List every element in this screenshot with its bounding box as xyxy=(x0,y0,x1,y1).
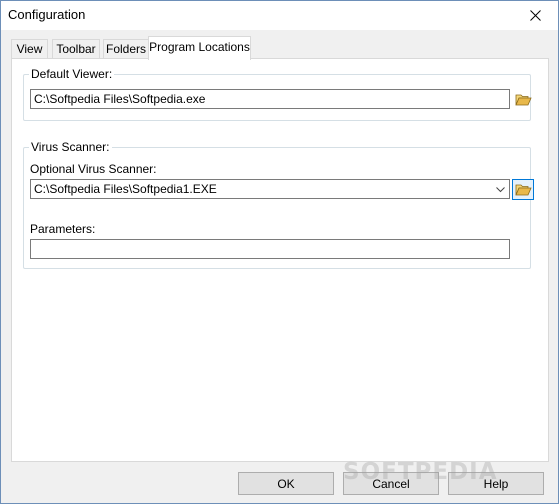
virus-scanner-path-combobox[interactable]: C:\Softpedia Files\Softpedia1.EXE xyxy=(30,179,510,199)
open-folder-icon xyxy=(514,184,532,195)
close-icon xyxy=(529,10,541,21)
default-viewer-label: Default Viewer: xyxy=(29,67,115,81)
virus-scanner-group: Virus Scanner: Optional Virus Scanner: C… xyxy=(23,140,534,269)
configuration-dialog: Configuration View Toolbar Folders Progr… xyxy=(0,0,559,504)
program-locations-panel: Default Viewer: C:\Softpedia Files\Softp… xyxy=(11,58,549,462)
optional-virus-scanner-label: Optional Virus Scanner: xyxy=(30,162,157,176)
tab-toolbar[interactable]: Toolbar xyxy=(52,39,100,59)
default-viewer-browse-button[interactable] xyxy=(512,89,534,110)
window-title: Configuration xyxy=(8,7,86,22)
cancel-button[interactable]: Cancel xyxy=(343,472,439,495)
default-viewer-group: Default Viewer: C:\Softpedia Files\Softp… xyxy=(23,67,534,121)
open-folder-icon xyxy=(514,94,532,105)
help-button[interactable]: Help xyxy=(448,472,544,495)
close-button[interactable] xyxy=(512,1,558,30)
tab-program-locations[interactable]: Program Locations xyxy=(148,36,251,60)
virus-scanner-path-value: C:\Softpedia Files\Softpedia1.EXE xyxy=(34,182,217,196)
title-bar: Configuration xyxy=(1,1,558,30)
tab-folders[interactable]: Folders xyxy=(103,39,149,59)
virus-scanner-label: Virus Scanner: xyxy=(29,140,112,154)
ok-button[interactable]: OK xyxy=(238,472,334,495)
parameters-input[interactable] xyxy=(30,239,510,259)
parameters-label: Parameters: xyxy=(30,222,96,236)
default-viewer-path-input[interactable]: C:\Softpedia Files\Softpedia.exe xyxy=(30,89,510,109)
tab-view[interactable]: View xyxy=(11,39,48,59)
chevron-down-icon[interactable] xyxy=(496,185,505,194)
virus-scanner-browse-button[interactable] xyxy=(512,179,534,200)
